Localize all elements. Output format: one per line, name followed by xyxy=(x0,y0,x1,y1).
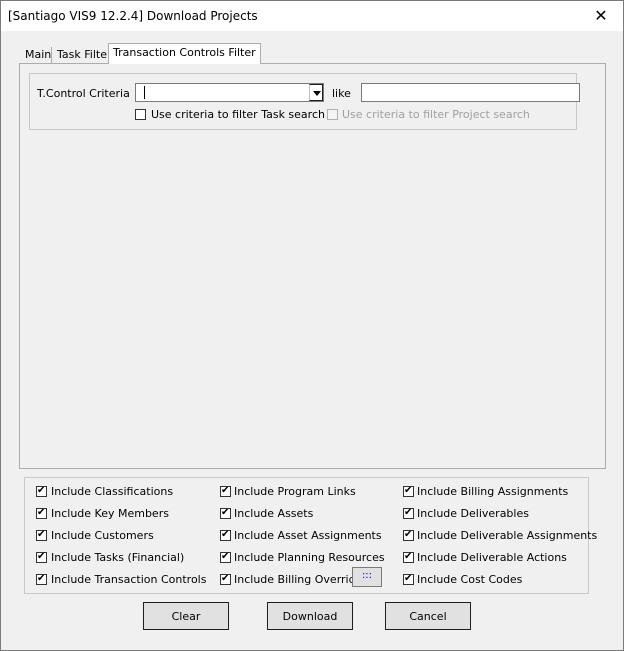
download-button[interactable]: Download xyxy=(267,602,353,630)
include-program-links-checkbox[interactable] xyxy=(220,484,231,498)
include-planning-resources-checkbox[interactable] xyxy=(220,550,231,564)
tab-divider xyxy=(51,47,52,63)
include-deliverable-assignments-checkbox[interactable] xyxy=(403,528,414,542)
include-deliverable-actions-label: Include Deliverable Actions xyxy=(417,551,567,564)
chevron-down-icon[interactable] xyxy=(309,84,323,101)
download-projects-window: [Santiago VIS9 12.2.4] Download Projects… xyxy=(0,0,624,651)
tab-panel: T.Control Criteria like Use criteria to … xyxy=(19,63,606,469)
include-options-group: Include Classifications Include Key Memb… xyxy=(24,477,597,594)
include-deliverables-label: Include Deliverables xyxy=(417,507,529,520)
include-billing-assignments-label: Include Billing Assignments xyxy=(417,485,569,498)
include-classifications-label: Include Classifications xyxy=(51,485,174,498)
include-program-links-label: Include Program Links xyxy=(234,485,356,498)
tab-task-filter[interactable]: Task Filter xyxy=(53,46,115,64)
criteria-label: T.Control Criteria xyxy=(37,87,130,100)
project-search-checkbox[interactable] xyxy=(327,109,338,120)
task-search-checkbox[interactable] xyxy=(135,109,146,120)
criteria-dropdown[interactable] xyxy=(135,83,324,102)
title-bar: [Santiago VIS9 12.2.4] Download Projects… xyxy=(1,1,623,31)
include-assets-checkbox[interactable] xyxy=(220,506,231,520)
include-tasks-financial-checkbox[interactable] xyxy=(36,550,47,564)
include-deliverable-actions-checkbox[interactable] xyxy=(403,550,414,564)
include-tasks-financial-label: Include Tasks (Financial) xyxy=(51,551,185,564)
include-customers-checkbox[interactable] xyxy=(36,528,47,542)
cancel-button[interactable]: Cancel xyxy=(385,602,471,630)
like-input[interactable] xyxy=(361,83,580,102)
include-classifications-checkbox[interactable] xyxy=(36,484,47,498)
include-cost-codes-label: Include Cost Codes xyxy=(417,573,523,586)
include-key-members-label: Include Key Members xyxy=(51,507,169,520)
include-billing-overrides-label: Include Billing Overrides xyxy=(234,573,369,586)
include-cost-codes-checkbox[interactable] xyxy=(403,572,414,586)
criteria-group: T.Control Criteria like Use criteria to … xyxy=(29,73,580,130)
include-transaction-controls-checkbox[interactable] xyxy=(36,572,47,586)
clear-button[interactable]: Clear xyxy=(143,602,229,630)
include-planning-resources-label: Include Planning Resources xyxy=(234,551,385,564)
include-billing-overrides-checkbox[interactable] xyxy=(220,572,231,586)
window-title: [Santiago VIS9 12.2.4] Download Projects xyxy=(8,9,258,23)
include-asset-assignments-checkbox[interactable] xyxy=(220,528,231,542)
include-billing-assignments-checkbox[interactable] xyxy=(403,484,414,498)
include-transaction-controls-label: Include Transaction Controls xyxy=(51,573,207,586)
include-key-members-checkbox[interactable] xyxy=(36,506,47,520)
like-label: like xyxy=(332,87,351,100)
text-caret xyxy=(144,86,145,99)
include-asset-assignments-label: Include Asset Assignments xyxy=(234,529,382,542)
include-deliverables-checkbox[interactable] xyxy=(403,506,414,520)
include-assets-label: Include Assets xyxy=(234,507,314,520)
close-icon[interactable]: ✕ xyxy=(579,1,623,31)
billing-overrides-more-button[interactable]: ::: xyxy=(352,567,382,587)
tab-transaction-controls-filter[interactable]: Transaction Controls Filter xyxy=(108,43,261,64)
include-customers-label: Include Customers xyxy=(51,529,154,542)
task-search-label: Use criteria to filter Task search xyxy=(151,108,325,121)
include-deliverable-assignments-label: Include Deliverable Assignments xyxy=(417,529,598,542)
project-search-label: Use criteria to filter Project search xyxy=(342,108,530,121)
